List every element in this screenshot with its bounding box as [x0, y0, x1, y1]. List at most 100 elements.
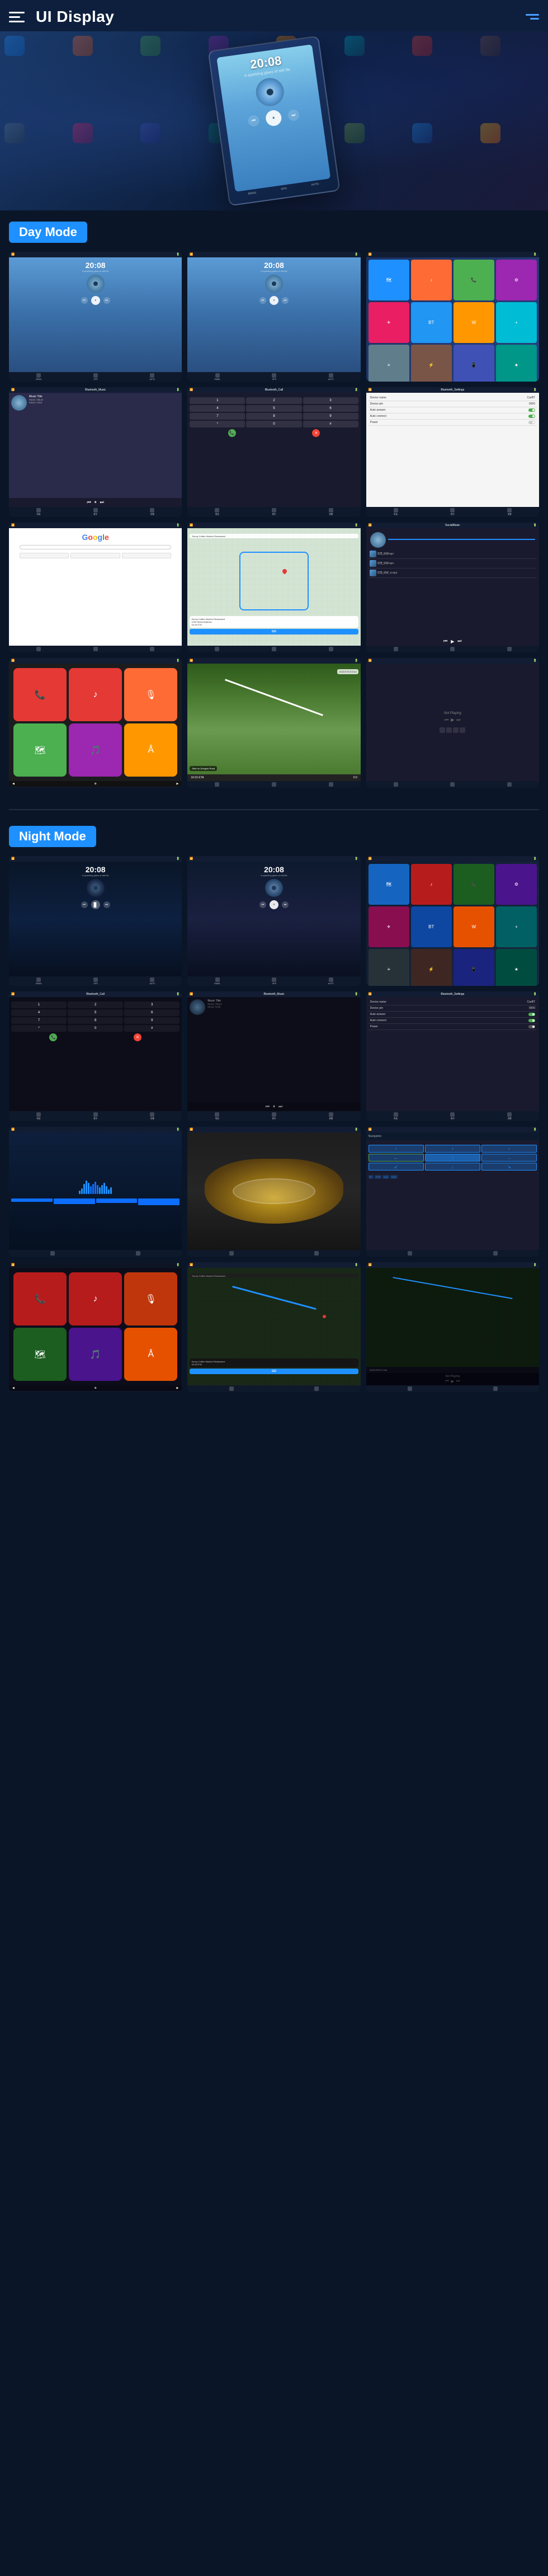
night-cp-music[interactable]: ♪ [69, 1272, 122, 1325]
night-cp-phone[interactable]: 📞 [13, 1272, 67, 1325]
app-icon-extra3[interactable]: ⚡ [411, 345, 452, 382]
night-auto-connect-toggle[interactable] [528, 1019, 535, 1022]
np-prev[interactable]: ⏮ [445, 717, 448, 723]
shortcut-3[interactable] [122, 553, 171, 558]
dial-hash[interactable]: # [303, 421, 358, 427]
cp-spotify[interactable]: 🎵 [69, 723, 122, 777]
night-app-4[interactable]: ⚙ [496, 864, 537, 905]
night-cp-appstore[interactable]: Å [124, 1328, 177, 1381]
night-prev-1[interactable]: ⏮ [81, 901, 88, 908]
road-btn-1[interactable]: BT [369, 1175, 374, 1179]
app-icon-settings[interactable]: ⚙ [496, 260, 537, 300]
night-bt-next[interactable]: ⏭ [278, 1104, 282, 1110]
road-btn-2[interactable]: GPS [375, 1175, 381, 1179]
night-dial-6[interactable]: 6 [124, 1009, 179, 1016]
night-map-search[interactable]: Sunny Coffee Modern Restaurant [190, 1273, 358, 1278]
app-icon-maps[interactable]: 🗺 [369, 260, 409, 300]
night-auto-answer-toggle[interactable] [528, 1013, 535, 1016]
next-btn-2[interactable]: ⏭ [282, 297, 289, 304]
dial-9[interactable]: 9 [303, 413, 358, 420]
night-dial-7[interactable]: 7 [11, 1017, 67, 1024]
social-play[interactable]: ▶ [451, 639, 454, 644]
app-icon-phone[interactable]: 📞 [453, 260, 494, 300]
night-play-2[interactable]: ⏸ [270, 900, 278, 909]
cp-maps[interactable]: 🗺 [13, 723, 67, 777]
top-menu-icon[interactable] [526, 14, 539, 20]
night-np-next[interactable]: ⏭ [456, 1379, 460, 1384]
dial-5[interactable]: 5 [246, 405, 301, 412]
dial-3[interactable]: 3 [303, 397, 358, 404]
night-cp-spotify[interactable]: 🎵 [69, 1328, 122, 1381]
google-search-bar[interactable] [20, 545, 171, 549]
night-prev-2[interactable]: ⏮ [259, 901, 266, 908]
night-dial-2[interactable]: 2 [68, 1002, 123, 1008]
call-end[interactable]: ✕ [312, 429, 320, 437]
road-btn-3[interactable]: NAV [382, 1175, 389, 1179]
play-button[interactable]: ⏸ [264, 109, 282, 127]
app-icon-extra2[interactable]: ≡ [369, 345, 409, 382]
night-dial-star[interactable]: * [11, 1025, 67, 1032]
night-next-2[interactable]: ⏭ [282, 901, 289, 908]
prev-button[interactable]: ⏮ [247, 115, 260, 128]
night-cp-maps[interactable]: 🗺 [13, 1328, 67, 1381]
track-item-1[interactable]: 华茂_好好mp4 [369, 549, 537, 559]
go-button[interactable]: GO [190, 629, 358, 634]
dial-1[interactable]: 1 [190, 397, 245, 404]
next-button[interactable]: ⏭ [287, 109, 300, 122]
track-item-2[interactable]: 华茂_好好mp4 [369, 559, 537, 568]
road-btn-4[interactable]: MAP [390, 1175, 398, 1179]
auto-answer-toggle[interactable] [528, 408, 535, 412]
night-call-accept[interactable]: 📞 [49, 1033, 57, 1041]
prev-btn-1[interactable]: ⏮ [81, 297, 88, 304]
dial-star[interactable]: * [190, 421, 245, 427]
night-app-12[interactable]: ★ [496, 949, 537, 986]
dial-0[interactable]: 0 [246, 421, 301, 427]
app-icon-waze[interactable]: W [453, 302, 494, 343]
night-app-2[interactable]: ♪ [411, 864, 452, 905]
prev-btn-2[interactable]: ⏮ [259, 297, 266, 304]
shortcut-1[interactable] [20, 553, 69, 558]
night-bt-prev[interactable]: ⏮ [266, 1104, 270, 1110]
night-cp-podcasts[interactable]: 🎙 [124, 1272, 177, 1325]
night-app-7[interactable]: W [453, 906, 494, 947]
app-icon-telegram[interactable]: ✈ [369, 302, 409, 343]
power-toggle[interactable] [528, 421, 535, 424]
np-play[interactable]: ▶ [451, 717, 454, 723]
cp-appstore[interactable]: Å [124, 723, 177, 777]
dial-6[interactable]: 6 [303, 405, 358, 412]
np-next[interactable]: ⏭ [456, 717, 460, 723]
night-go-button[interactable]: GO [190, 1369, 358, 1374]
night-app-bt[interactable]: BT [411, 906, 452, 947]
map-search-bar[interactable]: Sunny Coffee Modern Restaurant [190, 534, 358, 538]
dial-7[interactable]: 7 [190, 413, 245, 420]
night-dial-1[interactable]: 1 [11, 1002, 67, 1008]
track-item-3[interactable]: 华茂_好好_II.mp3 [369, 568, 537, 578]
dial-8[interactable]: 8 [246, 413, 301, 420]
night-call-end[interactable]: ✕ [134, 1033, 141, 1041]
night-dial-4[interactable]: 4 [11, 1009, 67, 1016]
night-app-10[interactable]: ⚡ [411, 949, 452, 986]
night-app-11[interactable]: 📱 [453, 949, 494, 986]
hamburger-icon[interactable] [9, 7, 29, 27]
dial-2[interactable]: 2 [246, 397, 301, 404]
night-next-1[interactable]: ⏭ [103, 901, 110, 908]
social-prev[interactable]: ⏮ [443, 638, 447, 644]
night-app-9[interactable]: ≡ [369, 949, 409, 986]
cp-podcasts[interactable]: 🎙 [124, 668, 177, 721]
night-np-play[interactable]: ▶ [451, 1379, 454, 1384]
night-dial-0[interactable]: 0 [68, 1025, 123, 1032]
cp-music[interactable]: ♪ [69, 668, 122, 721]
next-btn-1[interactable]: ⏭ [103, 297, 110, 304]
night-app-5[interactable]: ✈ [369, 906, 409, 947]
dial-4[interactable]: 4 [190, 405, 245, 412]
cp-phone[interactable]: 📞 [13, 668, 67, 721]
bt-play[interactable]: ⏸ [95, 500, 97, 505]
night-np-prev[interactable]: ⏮ [445, 1379, 448, 1384]
call-accept[interactable]: 📞 [228, 429, 236, 437]
night-app-1[interactable]: 🗺 [369, 864, 409, 905]
app-icon-bt[interactable]: BT [411, 302, 452, 343]
night-dial-5[interactable]: 5 [68, 1009, 123, 1016]
progress-bar[interactable] [388, 539, 535, 540]
app-icon-music[interactable]: ♪ [411, 260, 452, 300]
auto-connect-toggle[interactable] [528, 415, 535, 418]
